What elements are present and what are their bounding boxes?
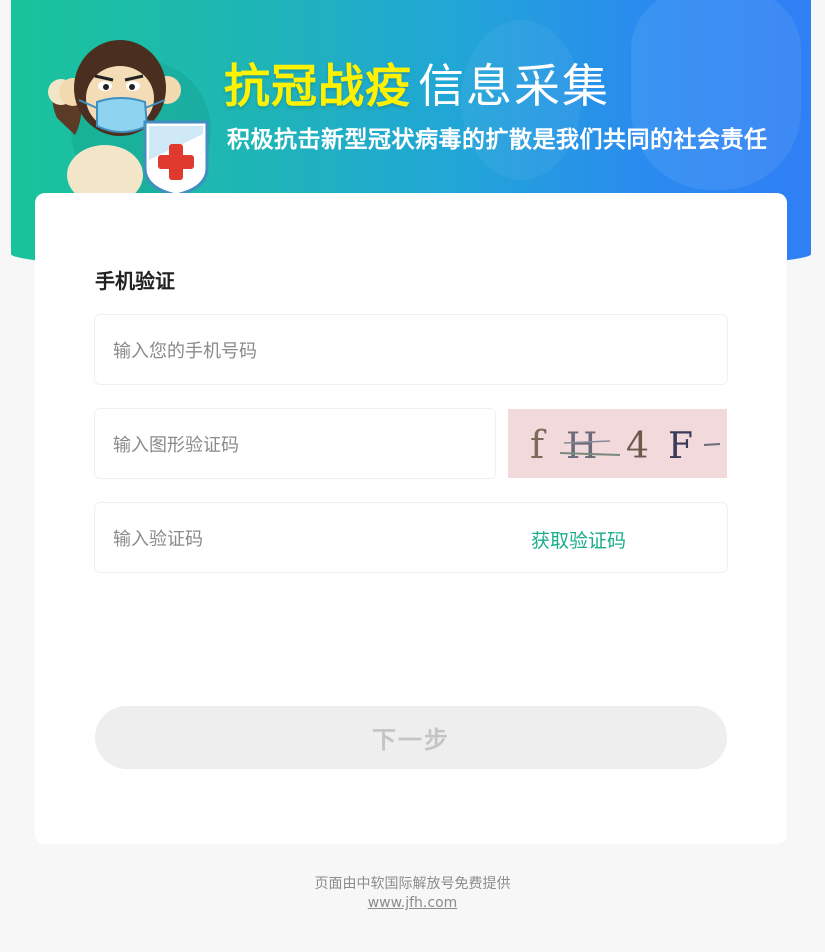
lung-decoration	[631, 0, 801, 190]
svg-text:H: H	[566, 426, 597, 467]
svg-text:F: F	[668, 426, 693, 467]
banner-title-highlight: 抗冠战疫	[224, 59, 412, 113]
svg-text:4: 4	[626, 426, 649, 467]
sms-code-placeholder: 输入验证码	[113, 528, 203, 550]
captcha-glyphs: f H 4 F	[530, 423, 721, 467]
captcha-image[interactable]: f H 4 F	[508, 409, 727, 478]
banner-subtitle: 积极抗击新型冠状病毒的扩散是我们共同的社会责任	[227, 127, 768, 153]
section-title: 手机验证	[95, 269, 175, 293]
captcha-input[interactable]: 输入图形验证码	[94, 408, 496, 479]
phone-input[interactable]: 输入您的手机号码	[94, 314, 728, 385]
phone-placeholder: 输入您的手机号码	[113, 340, 257, 362]
verification-card: 手机验证 输入您的手机号码 输入图形验证码 f H 4 F 输入验证码 获取验证…	[35, 193, 787, 844]
get-code-button[interactable]: 获取验证码	[531, 526, 626, 553]
footer-link[interactable]: www.jfh.com	[368, 895, 458, 911]
footer-provider-text: 页面由中软国际解放号免费提供	[314, 876, 511, 892]
svg-text:f: f	[530, 423, 547, 467]
captcha-placeholder: 输入图形验证码	[113, 434, 239, 456]
banner-title: 抗冠战疫 信息采集	[224, 50, 610, 116]
banner-title-rest: 信息采集	[418, 59, 610, 113]
next-step-button[interactable]: 下一步	[95, 706, 727, 769]
footer: 页面由中软国际解放号免费提供 www.jfh.com	[0, 875, 825, 913]
monkey-mascot-icon	[48, 40, 209, 195]
sms-code-input[interactable]: 输入验证码	[94, 502, 728, 573]
